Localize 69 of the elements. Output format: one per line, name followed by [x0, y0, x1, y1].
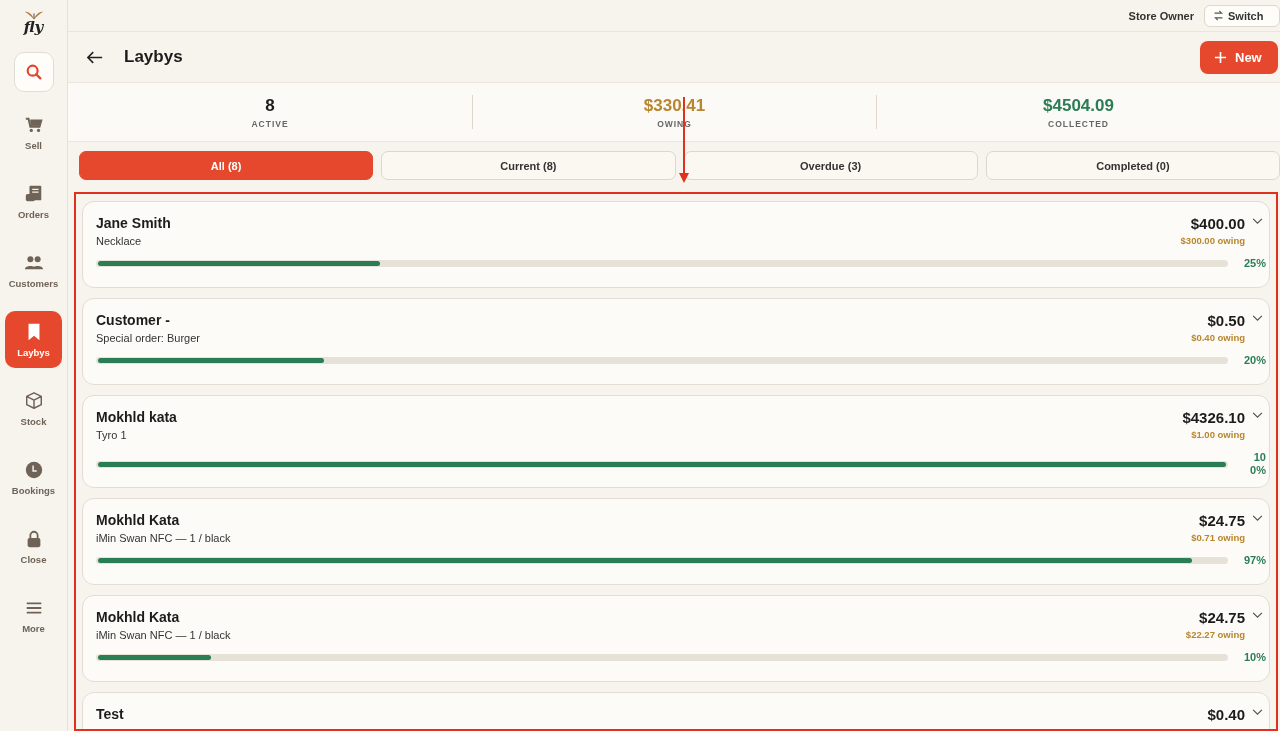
nav-item[interactable]: Customers: [5, 242, 62, 299]
user-role: Store Owner: [1128, 9, 1194, 22]
total-amount: $4326.10: [1182, 409, 1245, 426]
back-button[interactable]: [87, 50, 103, 64]
layby-card[interactable]: Mokhld Kata iMin Swan NFC — 1 / black $24.75 $22.27 owing 10%: [82, 595, 1270, 682]
plus-icon: [1214, 50, 1227, 64]
layby-card[interactable]: Customer - Special order: Burger $0.50 $0.40 owing 20%: [82, 298, 1270, 385]
filter-tab[interactable]: Overdue (3): [683, 151, 978, 180]
customer-name: Mokhld Kata: [96, 609, 181, 625]
customer-name: Mokhld kata: [96, 409, 178, 425]
owing-amount: $22.27 owing: [1185, 629, 1245, 640]
customer-name: Mokhld Kata: [96, 512, 181, 528]
item-description: iMin Swan NFC — 1 / black: [96, 532, 232, 544]
search-button[interactable]: [13, 52, 54, 92]
nav-item[interactable]: Orders: [5, 173, 62, 230]
nav-item[interactable]: Close: [5, 518, 62, 575]
filter-tab[interactable]: All (8): [79, 151, 374, 180]
nav-item[interactable]: More: [5, 587, 62, 644]
percent-paid: 100%: [1249, 451, 1266, 477]
percent-paid: 20%: [1242, 354, 1266, 367]
nav-item[interactable]: Bookings: [5, 449, 62, 506]
chevron-down-icon[interactable]: [1251, 709, 1263, 716]
total-amount: $24.75: [1198, 609, 1245, 626]
chevron-down-icon[interactable]: [1251, 515, 1263, 522]
total-amount: $0.40: [1207, 706, 1245, 723]
layby-card[interactable]: Jane Smith Necklace $400.00 $300.00 owing 25%: [82, 201, 1270, 288]
stat-label: COLLECTED: [1048, 118, 1109, 129]
chevron-down-icon[interactable]: [1251, 218, 1263, 225]
owing-amount: $300.00 owing: [1180, 235, 1245, 246]
nav-item[interactable]: Stock: [5, 380, 62, 437]
percent-paid: 25%: [1242, 257, 1266, 270]
layby-card[interactable]: Mokhld kata Tyro 1 $4326.10 $1.00 owing 100%: [82, 395, 1270, 488]
owing-amount: $0.71 owing: [1191, 532, 1245, 543]
layby-card[interactable]: Mokhld Kata iMin Swan NFC — 1 / black $24.75 $0.71 owing 97%: [82, 498, 1270, 585]
stat-label: ACTIVE: [251, 118, 289, 129]
clock-icon: [23, 459, 44, 480]
filter-tab[interactable]: Completed (0): [985, 151, 1280, 180]
layby-card[interactable]: Test $0.40: [82, 692, 1270, 731]
total-amount: $24.75: [1198, 512, 1245, 529]
swap-icon: [1213, 10, 1224, 21]
nav-item[interactable]: Laybys: [5, 311, 62, 368]
owing-amount: $0.40 owing: [1191, 332, 1245, 343]
item-description: Necklace: [96, 235, 143, 247]
customer-name: Test: [96, 706, 125, 722]
receipt-icon: [23, 183, 44, 204]
total-amount: $400.00: [1189, 215, 1245, 232]
filter-tab[interactable]: Current (8): [381, 151, 676, 180]
item-description: Special order: Burger: [96, 332, 201, 344]
new-button[interactable]: New: [1200, 40, 1278, 74]
total-amount: $0.50: [1206, 312, 1245, 329]
page-title: Laybys: [124, 47, 184, 67]
owing-amount: $1.00 owing: [1190, 429, 1245, 440]
customer-name: Jane Smith: [96, 215, 172, 231]
item-description: iMin Swan NFC — 1 / black: [96, 629, 232, 641]
chevron-down-icon[interactable]: [1251, 612, 1263, 619]
switch-button[interactable]: Switch: [1204, 4, 1280, 27]
stat-value: 8: [265, 95, 275, 116]
nav-item[interactable]: Sell: [5, 104, 62, 161]
chevron-down-icon[interactable]: [1251, 412, 1263, 419]
item-description: Tyro 1: [96, 429, 128, 441]
customer-name: Customer -: [96, 312, 171, 328]
back-arrow-icon: [87, 50, 103, 64]
chevron-down-icon[interactable]: [1251, 315, 1263, 322]
logo: fly: [23, 10, 44, 42]
search-icon: [24, 63, 43, 81]
percent-paid: 97%: [1242, 554, 1266, 567]
stat-value: $4504.09: [1043, 95, 1114, 116]
percent-paid: 10%: [1242, 651, 1266, 664]
cube-icon: [23, 390, 44, 411]
